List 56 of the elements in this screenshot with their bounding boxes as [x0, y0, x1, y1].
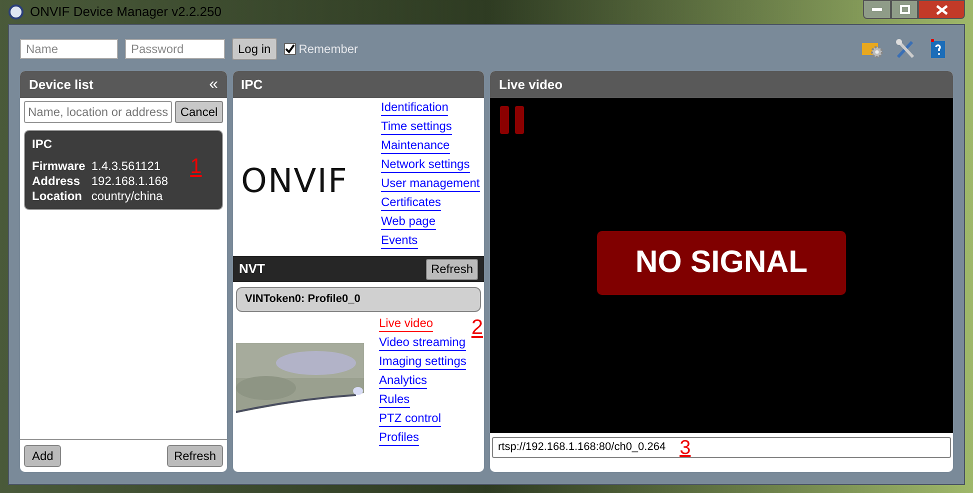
nav-link[interactable]: Certificates: [381, 195, 442, 211]
panel-title: NVT: [239, 260, 265, 278]
nav-link[interactable]: Analytics: [379, 373, 428, 389]
nav-link[interactable]: Time settings: [381, 119, 452, 135]
help-icon[interactable]: [929, 39, 947, 59]
nav-link[interactable]: Web page: [381, 214, 436, 230]
nav-link[interactable]: Events: [381, 233, 418, 249]
minimize-icon: [872, 8, 882, 12]
field-value: 1.4.3.561121: [91, 159, 162, 174]
no-signal-label: NO SIGNAL: [597, 230, 846, 294]
nav-link[interactable]: Maintenance: [381, 138, 450, 154]
password-field[interactable]: Password: [125, 39, 225, 59]
url-text: rtsp://192.168.1.168:80/ch0_0.264: [498, 440, 666, 456]
device-name: IPC: [32, 136, 54, 153]
maximize-button[interactable]: [891, 0, 918, 19]
name-field[interactable]: Name: [20, 39, 118, 59]
annotation-number: 3: [680, 438, 691, 458]
nav-link[interactable]: User management: [381, 176, 480, 192]
field-value: 192.168.1.168: [91, 174, 168, 189]
panel-title: Live video: [499, 76, 563, 94]
refresh-button[interactable]: Refresh: [426, 258, 478, 280]
annotation-number: 1: [190, 156, 202, 177]
onvif-logo: ONVIF: [241, 160, 348, 202]
panel-title: Device list: [29, 76, 94, 94]
search-field[interactable]: Name, location or address: [24, 101, 172, 123]
field-label: Firmware: [32, 159, 86, 174]
maximize-icon: [900, 5, 910, 14]
login-button[interactable]: Log in: [232, 38, 277, 60]
nav-link[interactable]: Rules: [379, 392, 410, 408]
tools-icon[interactable]: [895, 39, 917, 59]
collapse-button[interactable]: «: [209, 76, 218, 92]
window-title: ONVIF Device Manager v2.2.250: [30, 3, 222, 22]
close-icon: [936, 4, 948, 14]
url-field[interactable]: rtsp://192.168.1.168:80/ch0_0.264 3: [492, 437, 951, 458]
cancel-button[interactable]: Cancel: [175, 101, 223, 123]
remember-label: Remember: [298, 41, 358, 58]
add-button[interactable]: Add: [24, 445, 62, 467]
nav-link[interactable]: PTZ control: [379, 411, 442, 427]
nav-link[interactable]: Network settings: [381, 157, 470, 173]
device-card[interactable]: IPC Firmware 1.4.3.561121 Address 192.168.1.168 Location country/china 1: [24, 130, 223, 210]
close-button[interactable]: [918, 0, 965, 19]
profile-header[interactable]: VINToken0: Profile0_0: [236, 287, 481, 312]
nav-link[interactable]: Imaging settings: [379, 354, 466, 370]
field-label: Location: [32, 189, 83, 204]
remember-checkbox[interactable]: [284, 43, 296, 55]
app-icon: [8, 4, 24, 20]
panel-title: IPC: [241, 76, 263, 94]
minimize-button[interactable]: [863, 0, 891, 19]
nav-link[interactable]: Video streaming: [379, 335, 466, 351]
field-label: Address: [32, 174, 82, 189]
annotation-number: 2: [471, 317, 484, 338]
nav-link[interactable]: Live video: [379, 316, 434, 332]
nav-link[interactable]: Profiles: [379, 430, 420, 446]
nav-link[interactable]: Identification: [381, 100, 448, 116]
refresh-button[interactable]: Refresh: [166, 445, 223, 467]
field-value: country/china: [91, 189, 164, 204]
